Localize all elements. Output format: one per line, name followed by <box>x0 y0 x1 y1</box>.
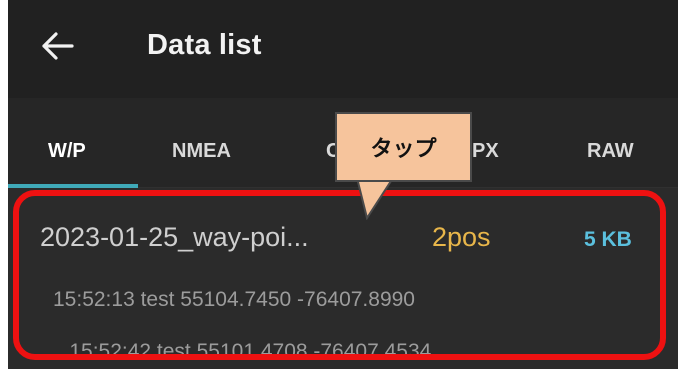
tab-raw[interactable]: RAW <box>587 140 634 163</box>
tab-gpx[interactable]: PX <box>472 140 499 163</box>
tab-wp[interactable]: W/P <box>48 140 86 163</box>
file-list-item[interactable]: 2023-01-25_way-poi... 2pos 5 KB 15:52:13… <box>8 188 678 369</box>
page-title: Data list <box>147 29 262 61</box>
arrow-left-icon <box>42 32 74 60</box>
position-count: 2pos <box>432 222 491 252</box>
tap-callout: タップ <box>335 112 472 182</box>
point-entry: 15:52:13 test 55104.7450 -76407.8990 <box>53 288 415 311</box>
back-button[interactable] <box>36 24 80 68</box>
callout-text: タップ <box>370 137 437 162</box>
file-size: 5 KB <box>584 228 632 251</box>
top-app-bar: Data list <box>8 0 678 98</box>
app-screen: Data list W/P NMEA C PX RAW 2023-01-25_w… <box>8 0 678 369</box>
point-entry: ... 15:52:42 test 55101.4708 -76407.4534 <box>46 340 432 363</box>
file-name: 2023-01-25_way-poi... <box>40 222 309 252</box>
tab-nmea[interactable]: NMEA <box>172 140 231 163</box>
